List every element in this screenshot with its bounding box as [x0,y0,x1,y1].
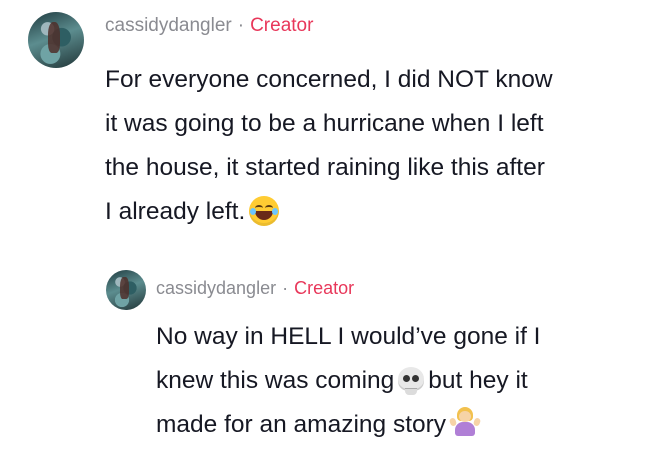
avatar[interactable] [106,270,146,310]
creator-badge: Creator [294,278,355,298]
comment-line-with-emoji: knew this was coming but hey it [156,359,541,403]
comment-line: it was going to be a hurricane when I le… [105,110,544,137]
creator-badge: Creator [250,15,314,36]
comment-line: For everyone concerned, I did NOT know [105,66,553,93]
comment-line: but hey it [428,367,528,394]
laughing-with-tears-icon [249,195,280,226]
comment-line: made for an amazing story [156,411,447,438]
avatar[interactable] [28,12,84,68]
comment-line: knew this was coming [156,367,395,394]
separator: · [282,278,289,298]
comment-meta: cassidydangler · Creator [105,15,313,37]
comment-line: the house, it started raining like this … [105,154,545,181]
reply-comment: cassidydangler · Creator No way in HELL I … [0,260,651,450]
comment-text: For everyone concerned, I did NOT know i… [105,58,553,234]
username[interactable]: cassidydangler [105,15,232,36]
comment-line: I already left. [105,198,246,225]
person-shrugging-icon [448,406,482,437]
comment: cassidydangler · Creator For everyone conc… [0,0,651,240]
skull-icon [398,366,425,395]
separator: · [237,15,245,36]
comment-line-last: I already left. [105,190,553,234]
comment-text: No way in HELL I would’ve gone if I knew… [156,315,541,447]
username[interactable]: cassidydangler [156,278,276,298]
comment-line-last: made for an amazing story [156,403,541,447]
comment-line: No way in HELL I would’ve gone if I [156,323,541,350]
comment-meta: cassidydangler · Creator [156,278,354,299]
